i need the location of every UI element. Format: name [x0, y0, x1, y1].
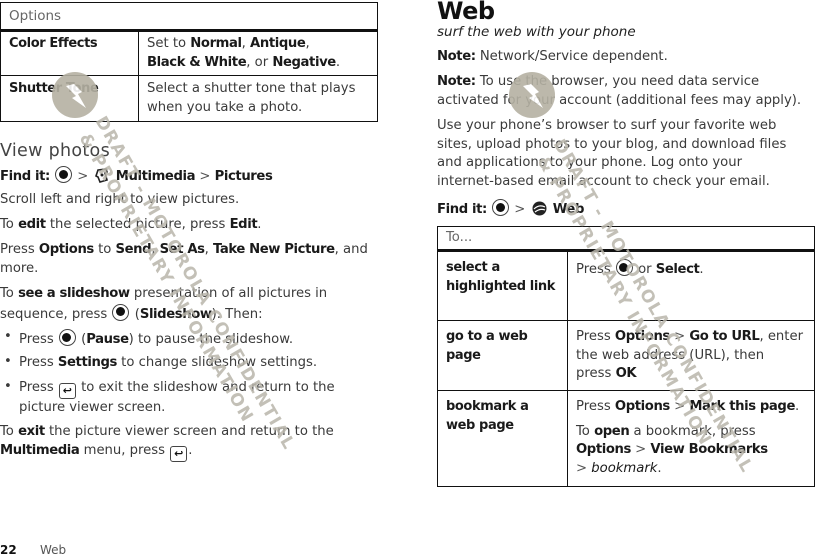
row-description: Set to Normal, Antique, Black & White, o…	[138, 30, 378, 76]
note-network: Note: Network/Service dependent.	[437, 49, 668, 64]
find-it-path: Find it: > Web	[437, 199, 584, 220]
nav-key-icon	[55, 166, 73, 183]
multimedia-icon	[94, 168, 108, 183]
web-actions-table: To... select a highlighted link Press or…	[437, 226, 815, 487]
pictures-link[interactable]: Pictures	[215, 169, 273, 184]
table-row: bookmark a web page Press Options > Mark…	[437, 390, 815, 487]
web-globe-icon	[532, 201, 547, 216]
nav-key-icon	[492, 199, 510, 216]
nav-key-icon	[112, 303, 130, 321]
multimedia-link[interactable]: Multimedia	[116, 169, 196, 184]
edit-instruction: To edit the selected picture, press Edit…	[0, 217, 262, 232]
row-description: Press Options > Go to URL, enter the web…	[567, 320, 815, 391]
page-number: 22	[0, 543, 17, 557]
motorola-logo-watermark	[52, 72, 98, 118]
options-instruction: Press Options to Send, Set As, Take New …	[0, 242, 368, 276]
scroll-instruction: Scroll left and right to view pictures.	[0, 192, 240, 207]
options-table-header: Options	[0, 2, 378, 32]
table-row: select a highlighted link Press or Selec…	[437, 250, 815, 321]
footer-section-name: Web	[40, 543, 67, 557]
web-table-header: To...	[437, 226, 815, 252]
table-row: go to a web page Press Options > Go to U…	[437, 320, 815, 391]
page-footer: 22 Web	[0, 543, 66, 557]
web-link[interactable]: Web	[553, 202, 585, 217]
back-key-icon: ↩	[170, 445, 188, 462]
find-it-path: Find it: > Multimedia > Pictures	[0, 166, 273, 187]
row-label: bookmark a web page	[437, 390, 568, 487]
table-row: Color Effects Set to Normal, Antique, Bl…	[0, 30, 378, 76]
row-description: Press Options > Mark this page. To open …	[567, 390, 815, 487]
nav-key-icon	[615, 259, 633, 276]
row-label: Color Effects	[0, 30, 139, 76]
row-description: Select a shutter tone that plays when yo…	[138, 75, 378, 122]
exit-instruction: To exit the picture viewer screen and re…	[0, 424, 334, 462]
section-title: View photos	[0, 141, 110, 161]
web-description: Use your phone’s browser to surf your fa…	[437, 118, 787, 189]
nav-key-icon	[58, 329, 76, 346]
back-key-icon: ↩	[58, 383, 76, 399]
slideshow-instruction: To see a slideshow presentation of all p…	[0, 286, 328, 322]
page-subtitle: surf the web with your phone	[437, 24, 636, 40]
motorola-logo-watermark	[509, 72, 555, 118]
note-data-service: Note: To use the browser, you need data …	[437, 74, 802, 108]
row-label: select a highlighted link	[437, 250, 568, 321]
row-description: Press or Select.	[567, 250, 815, 321]
row-label: go to a web page	[437, 320, 568, 391]
